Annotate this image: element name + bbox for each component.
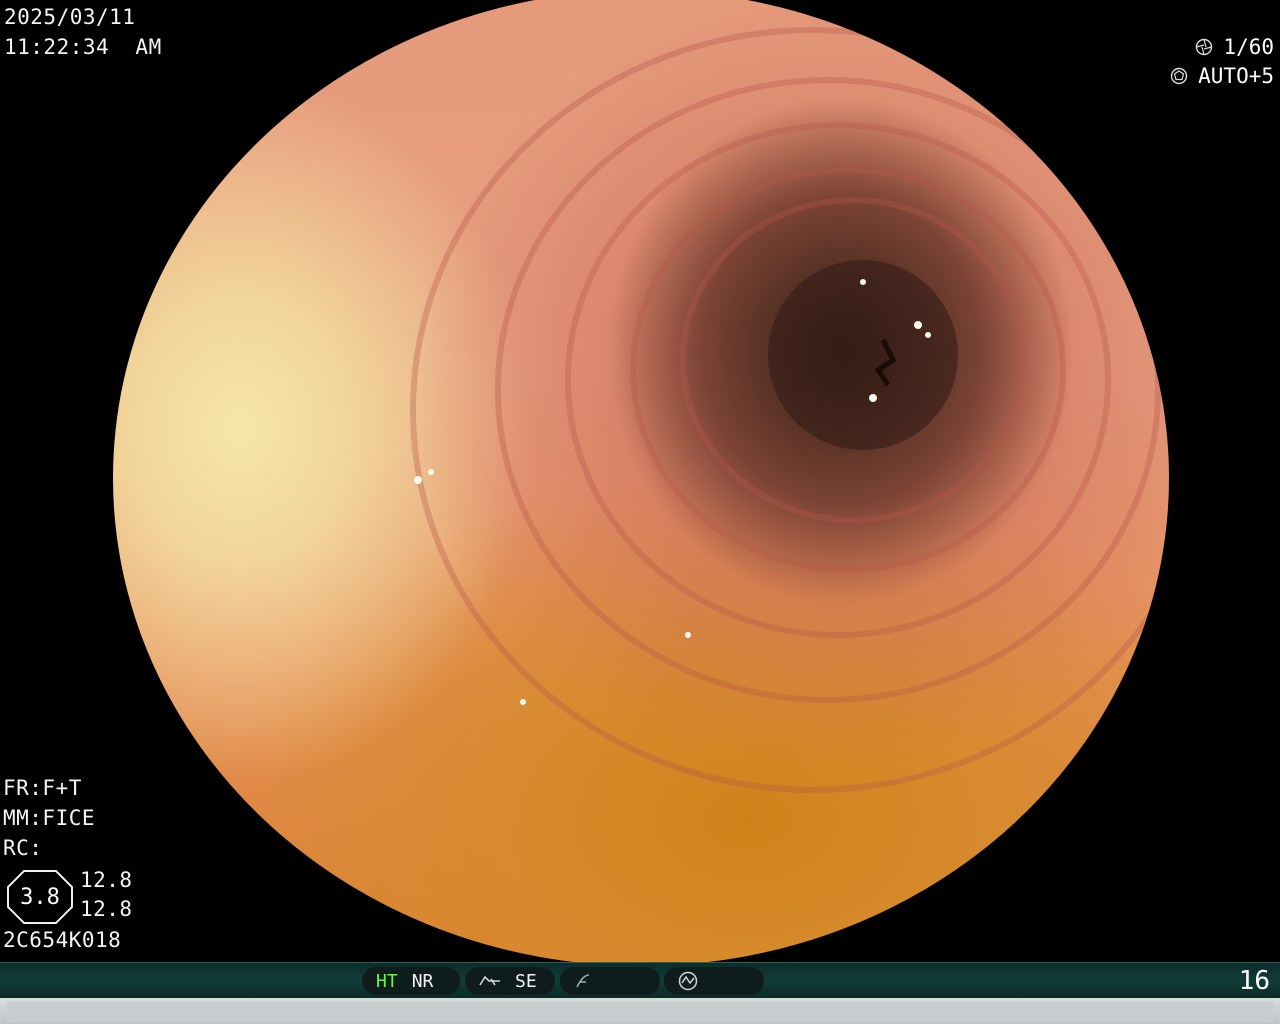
value-b: 12.8 [80,897,133,921]
shutter-readout: 1/60 [1195,32,1274,62]
scope-id: 2C654K018 [3,928,122,952]
iris-readout: AUTO+5 [1170,61,1274,91]
endoscopic-view [113,0,1169,966]
value-a: 12.8 [80,868,133,892]
frame-count: 16 [1238,966,1270,996]
color-mode-indicator [664,967,764,995]
ht-nr-indicator: HT NR [362,967,460,995]
time-stamp: 11:22:34 AM [4,35,162,59]
date-stamp: 2025/03/11 [4,5,136,29]
iris-value: AUTO+5 [1198,64,1274,88]
shutter-value: 1/60 [1223,35,1274,59]
status-bar: HT NR SE [0,962,1280,999]
ht-label: HT [376,970,398,992]
se-indicator: SE [465,967,555,995]
rc-setting: RC: [3,836,43,860]
zoom-value: 3.8 [20,884,60,910]
color-mode-icon [678,971,698,991]
nr-label: NR [411,970,434,992]
bottom-strip-inner [6,1002,1274,1022]
iris-icon [1170,67,1188,85]
se-label: SE [515,970,537,992]
structure-icon [576,974,590,988]
fr-setting: FR:F+T [3,776,82,800]
edge-enhance-icon [479,975,500,986]
structure-indicator [560,967,660,995]
shutter-icon [1196,38,1213,56]
mm-setting: MM:FICE [3,806,96,830]
mucosa-folds [410,27,1169,793]
